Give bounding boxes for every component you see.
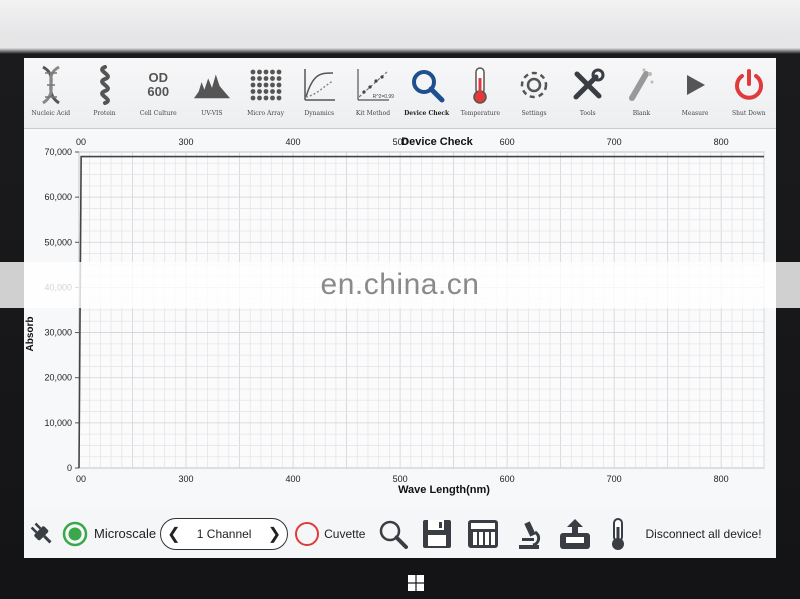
- gear-icon: [515, 64, 553, 106]
- device-upload-icon[interactable]: [555, 514, 595, 554]
- spectrum-icon: [193, 64, 231, 106]
- tool-tools[interactable]: Tools: [561, 58, 615, 128]
- kit-method-icon: R^2=0.99: [354, 64, 394, 106]
- cuvette-radio[interactable]: Cuvette: [294, 521, 365, 547]
- tool-label: Blank: [632, 110, 651, 117]
- radio-unselected-icon: [295, 521, 320, 546]
- tool-label: Nucleic Acid: [31, 110, 71, 117]
- micro-array-icon: [247, 64, 285, 106]
- tool-label: Protein: [93, 110, 116, 117]
- plug-icon[interactable]: [24, 514, 60, 554]
- zoom-icon[interactable]: [375, 514, 411, 554]
- x-tick-top-label: 600: [500, 137, 515, 147]
- x-tick-top-label: 800: [714, 137, 729, 147]
- y-tick-label: 60,000: [44, 192, 72, 202]
- tool-temperature[interactable]: Temperature: [454, 58, 508, 128]
- tool-micro-array[interactable]: Micro Array: [239, 58, 293, 128]
- x-tick-bottom-label: 800: [714, 474, 729, 484]
- tool-label: Tools: [579, 110, 596, 117]
- tool-shut-down[interactable]: Shut Down: [722, 58, 776, 128]
- chart-grid: [78, 151, 765, 469]
- device-check-chart[interactable]: Device Check 00 00 300 300 400 400 500 500 600 60…: [24, 129, 776, 509]
- protein-icon: [86, 64, 124, 106]
- main-toolbar: Nucleic Acid Protein OD 600 Cell Culture: [24, 58, 776, 129]
- x-tick-bottom-label: 600: [500, 474, 515, 484]
- y-tick-label: 30,000: [44, 328, 72, 338]
- tool-label: Shut Down: [731, 110, 766, 117]
- x-tick-top-label: 500: [393, 137, 408, 147]
- thermometer-icon: [461, 64, 499, 106]
- watermark-banner: en.china.cn: [0, 262, 800, 308]
- microscope-icon[interactable]: [511, 514, 547, 554]
- tool-kit-method[interactable]: R^2=0.99 Kit Method: [346, 58, 400, 128]
- save-icon[interactable]: [417, 514, 457, 554]
- x-tick-top-label: 700: [607, 137, 622, 147]
- od-text: OD: [148, 70, 168, 85]
- tool-nucleic-acid[interactable]: Nucleic Acid: [24, 58, 78, 128]
- x-tick-bottom-label: 300: [179, 474, 194, 484]
- tool-settings[interactable]: Settings: [507, 58, 561, 128]
- windows-logo-icon[interactable]: [408, 575, 424, 591]
- tool-protein[interactable]: Protein: [78, 58, 132, 128]
- x-axis-label: Wave Length(nm): [398, 484, 490, 496]
- play-icon: [676, 64, 714, 106]
- plate-icon[interactable]: [463, 514, 503, 554]
- chevron-left-icon[interactable]: ❮: [167, 524, 180, 544]
- tool-label: Micro Array: [247, 110, 285, 117]
- x-tick-bottom-label: 700: [607, 474, 622, 484]
- y-tick-label: 0: [67, 463, 72, 473]
- tool-label: Kit Method: [355, 110, 391, 117]
- x-tick-bottom-label: 500: [393, 474, 408, 484]
- thermometer-small-icon[interactable]: [603, 514, 633, 554]
- tools-icon: [569, 64, 607, 106]
- tablet-top-bezel: [0, 0, 800, 40]
- x-tick-bottom-label: 400: [286, 474, 301, 484]
- tool-blank[interactable]: Blank: [615, 58, 669, 128]
- channel-selector[interactable]: ❮ 1 Channel ❯: [160, 517, 289, 550]
- tool-dynamics[interactable]: Dynamics: [292, 58, 346, 128]
- microscale-label: Microscale: [94, 526, 157, 541]
- dynamics-icon: [300, 64, 338, 106]
- 600-text: 600: [147, 84, 170, 99]
- app-screen: Nucleic Acid Protein OD 600 Cell Culture: [24, 58, 776, 558]
- x-tick-top-label: 300: [179, 137, 194, 147]
- channel-label: 1 Channel: [196, 526, 252, 541]
- watermark-text: en.china.cn: [320, 268, 480, 301]
- tool-label: Measure: [681, 110, 709, 117]
- chart-panel: Device Check 00 00 300 300 400 400 500 500 600 60…: [24, 129, 776, 509]
- radio-selected-icon: [62, 521, 88, 546]
- x-tick-bottom-label: 00: [76, 474, 86, 484]
- y-tick-label: 70,000: [44, 147, 72, 157]
- microscale-radio[interactable]: Microscale: [62, 521, 156, 547]
- od600-icon: OD 600: [139, 64, 177, 106]
- cuvette-label: Cuvette: [324, 526, 366, 541]
- power-icon: [730, 64, 768, 106]
- tool-measure[interactable]: Measure: [668, 58, 722, 128]
- tool-uv-vis[interactable]: UV-VIS: [185, 58, 239, 128]
- blank-icon: [622, 64, 660, 106]
- bottom-toolbar: Microscale ❮ 1 Channel ❯ Cuvette Disconn…: [24, 509, 776, 558]
- tool-label: Temperature: [460, 110, 500, 117]
- y-tick-label: 20,000: [44, 373, 72, 383]
- tool-label: Cell Culture: [139, 110, 177, 117]
- y-tick-label: 10,000: [44, 418, 72, 428]
- y-tick-label: 50,000: [44, 237, 72, 247]
- tool-label: Settings: [521, 110, 547, 117]
- tool-label: UV-VIS: [201, 110, 223, 117]
- tool-label: Device Check: [404, 110, 450, 117]
- tool-cell-culture[interactable]: OD 600 Cell Culture: [131, 58, 185, 128]
- dna-icon: [32, 64, 70, 106]
- chart-title: Device Check: [401, 136, 473, 148]
- magnifier-icon: [408, 64, 446, 106]
- x-tick-top-label: 400: [286, 137, 301, 147]
- x-tick-top-label: 00: [76, 137, 86, 147]
- tool-label: Dynamics: [304, 110, 335, 117]
- disconnect-status[interactable]: Disconnect all device!: [645, 527, 761, 541]
- chevron-right-icon[interactable]: ❯: [268, 524, 281, 544]
- r2-text: R^2=0.99: [372, 94, 394, 100]
- tool-device-check[interactable]: Device Check: [400, 58, 454, 128]
- y-axis-label: Absorb: [25, 317, 36, 352]
